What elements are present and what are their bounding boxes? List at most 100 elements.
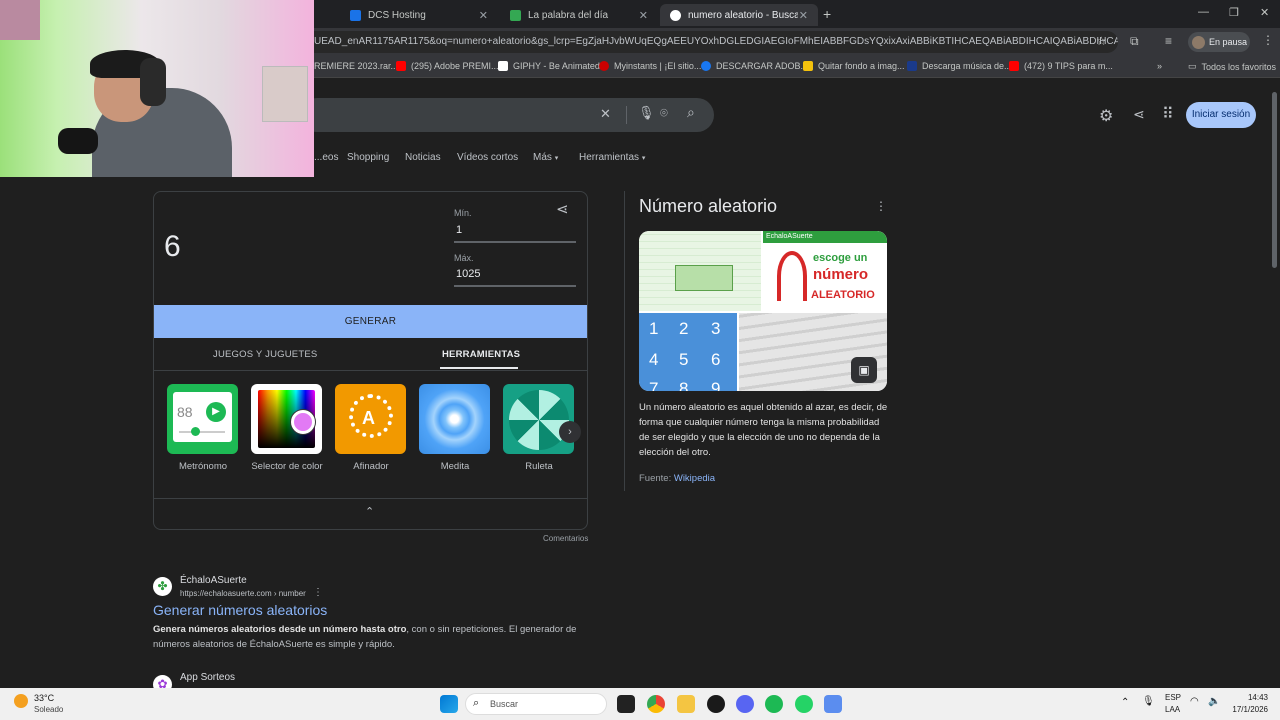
close-tab-icon[interactable]: ✕ [799, 9, 808, 22]
spotify-icon[interactable] [765, 695, 783, 713]
close-window-icon[interactable]: ✕ [1260, 6, 1269, 19]
result-url[interactable]: https://echaloasuerte.com › number [180, 589, 306, 598]
metronome-tool[interactable]: 88 ▶ [167, 384, 238, 454]
bookmark-item[interactable]: Descarga música de... [907, 61, 1012, 71]
chevron-right-icon[interactable]: › [559, 421, 581, 443]
tab-label: DCS Hosting [368, 9, 426, 21]
windows-start-icon[interactable] [440, 695, 458, 713]
close-tab-icon[interactable]: ✕ [639, 9, 648, 22]
tab-games-toys[interactable]: JUEGOS Y JUGUETES [213, 349, 317, 360]
tray-chevron-up-icon[interactable]: ⌃ [1121, 697, 1129, 708]
nav-shopping[interactable]: Shopping [347, 152, 389, 163]
thumbnail-text-1: escoge un [813, 252, 868, 264]
bookmark-label: REMIERE 2023.rar... [314, 61, 399, 71]
weather-temp[interactable]: 33°C [34, 693, 54, 703]
restore-icon[interactable]: ❐ [1229, 6, 1239, 19]
profile-paused-button[interactable]: En pausa [1188, 32, 1250, 52]
wifi-icon[interactable]: ◠ [1190, 696, 1199, 707]
clear-search-icon[interactable]: ✕ [600, 106, 611, 122]
color-picker-tool[interactable] [251, 384, 322, 454]
min-input[interactable]: 1 [454, 224, 576, 243]
result-site-name[interactable]: App Sorteos [180, 672, 235, 683]
taskbar-search[interactable]: ⌕ Buscar [465, 693, 607, 715]
microphone-icon[interactable]: 🎙 [1142, 696, 1155, 707]
language-indicator[interactable]: ESP [1165, 693, 1181, 702]
wikipedia-link[interactable]: Wikipedia [674, 473, 715, 484]
settings-gear-icon[interactable]: ⚙ [1099, 106, 1113, 126]
clock-time[interactable]: 14:43 [1244, 693, 1268, 702]
signin-button[interactable]: Iniciar sesión [1186, 102, 1256, 128]
app-icon[interactable] [824, 695, 842, 713]
obs-icon[interactable] [707, 695, 725, 713]
metronome-face: 88 ▶ [173, 392, 232, 442]
nav-noticias[interactable]: Noticias [405, 152, 441, 163]
whatsapp-icon[interactable] [795, 695, 813, 713]
task-view-icon[interactable] [617, 695, 635, 713]
search-icon[interactable]: ⌕ [687, 104, 695, 121]
close-tab-icon[interactable]: ✕ [479, 9, 488, 22]
youtube-icon [396, 61, 406, 71]
tab-tools[interactable]: HERRAMIENTAS [442, 349, 520, 360]
share-icon[interactable]: ⋖ [556, 200, 569, 218]
volume-icon[interactable]: 🔈 [1208, 696, 1220, 707]
chrome-icon[interactable] [647, 695, 665, 713]
bookmark-item[interactable]: REMIERE 2023.rar... [314, 61, 398, 71]
bookmark-item[interactable]: (295) Adobe PREMI... [396, 61, 499, 71]
media-control-icon[interactable]: ≡ [1165, 34, 1172, 48]
page-scrollbar[interactable] [1272, 92, 1277, 268]
headphones [140, 58, 166, 106]
result-site-name[interactable]: ÉchaloASuerte [180, 575, 247, 586]
roulette-tool[interactable] [503, 384, 574, 454]
generate-button[interactable]: GENERAR [154, 305, 587, 338]
nav-videos[interactable]: ...eos [314, 152, 338, 163]
collapse-chevron-up-icon[interactable]: ⌃ [365, 505, 374, 518]
keypad-key: 6 [711, 350, 721, 369]
nav-mas[interactable]: Más ▾ [533, 152, 558, 163]
keypad-thumbnail: 1 2 3 4 5 6 7 8 9 [639, 313, 737, 391]
bookmark-item[interactable]: Quitar fondo a imag... [803, 61, 905, 71]
voice-search-icon[interactable]: 🎙 [638, 105, 655, 121]
result-title-link[interactable]: Generar números aleatorios [153, 602, 327, 618]
result-more-icon[interactable]: ⋮ [313, 587, 323, 598]
more-bookmarks-icon[interactable]: » [1157, 61, 1162, 71]
bookmark-label: DESCARGAR ADOB... [716, 61, 809, 71]
knowledge-panel-image[interactable]: EchaloASuerte escoge un número ALEATORIO… [639, 231, 887, 391]
file-explorer-icon[interactable] [677, 695, 695, 713]
chevron-down-icon: ▾ [554, 155, 559, 162]
bookmark-item[interactable]: DESCARGAR ADOB... [701, 61, 808, 71]
url-field[interactable]: UEAD_enAR1175AR1175&oq=numero+aleatorio&… [300, 31, 1118, 53]
nav-mas-label: Más [533, 152, 552, 163]
tool-label: Afinador [353, 461, 389, 472]
knowledge-panel-description: Un número aleatorio es aquel obtenido al… [639, 402, 888, 458]
meditate-tool[interactable] [419, 384, 490, 454]
nav-herramientas[interactable]: Herramientas ▾ [579, 152, 645, 163]
share-icon[interactable]: ⋖ [1133, 106, 1145, 123]
search-box[interactable]: ✕ 🎙 ⌾ ⌕ [300, 98, 714, 132]
snippet-bold: Genera números aleatorios desde un númer… [153, 624, 407, 635]
discord-icon[interactable] [736, 695, 754, 713]
lens-search-icon[interactable]: ⌾ [660, 105, 668, 121]
apps-grid-icon[interactable]: ⠿ [1162, 104, 1174, 124]
all-favorites-button[interactable]: ▭ Todos los favoritos [1188, 61, 1276, 72]
more-options-icon[interactable]: ⋮ [875, 199, 887, 213]
bookmark-item[interactable]: GIPHY - Be Animated [498, 61, 600, 71]
feedback-link[interactable]: Comentarios [543, 534, 588, 543]
tab-dcs-hosting[interactable]: DCS Hosting ✕ [340, 4, 498, 26]
bookmark-star-icon[interactable]: ☆ [1096, 34, 1107, 48]
browser-menu-icon[interactable]: ⋮ [1262, 33, 1274, 47]
image-gallery-icon[interactable]: ▣ [851, 357, 877, 383]
bookmark-item[interactable]: (472) 9 TIPS para m... [1009, 61, 1113, 71]
search-divider [626, 106, 627, 124]
min-label: Mín. [454, 208, 472, 218]
nav-videos-cortos[interactable]: Vídeos cortos [457, 152, 518, 163]
new-tab-icon[interactable]: + [823, 6, 831, 22]
keypad-key: 8 [679, 379, 689, 391]
all-favorites-label: Todos los favoritos [1201, 61, 1277, 72]
tuner-tool[interactable]: A [335, 384, 406, 454]
bookmark-item[interactable]: Myinstants | ¡El sitio... [599, 61, 701, 71]
minimize-icon[interactable]: — [1198, 6, 1209, 18]
tab-palabra-del-dia[interactable]: La palabra del día ✕ [500, 4, 658, 26]
max-input[interactable]: 1025 [454, 268, 576, 287]
extensions-icon[interactable]: ⧉ [1130, 34, 1139, 49]
tab-google-search[interactable]: numero aleatorio - Buscar con ✕ [660, 4, 818, 26]
